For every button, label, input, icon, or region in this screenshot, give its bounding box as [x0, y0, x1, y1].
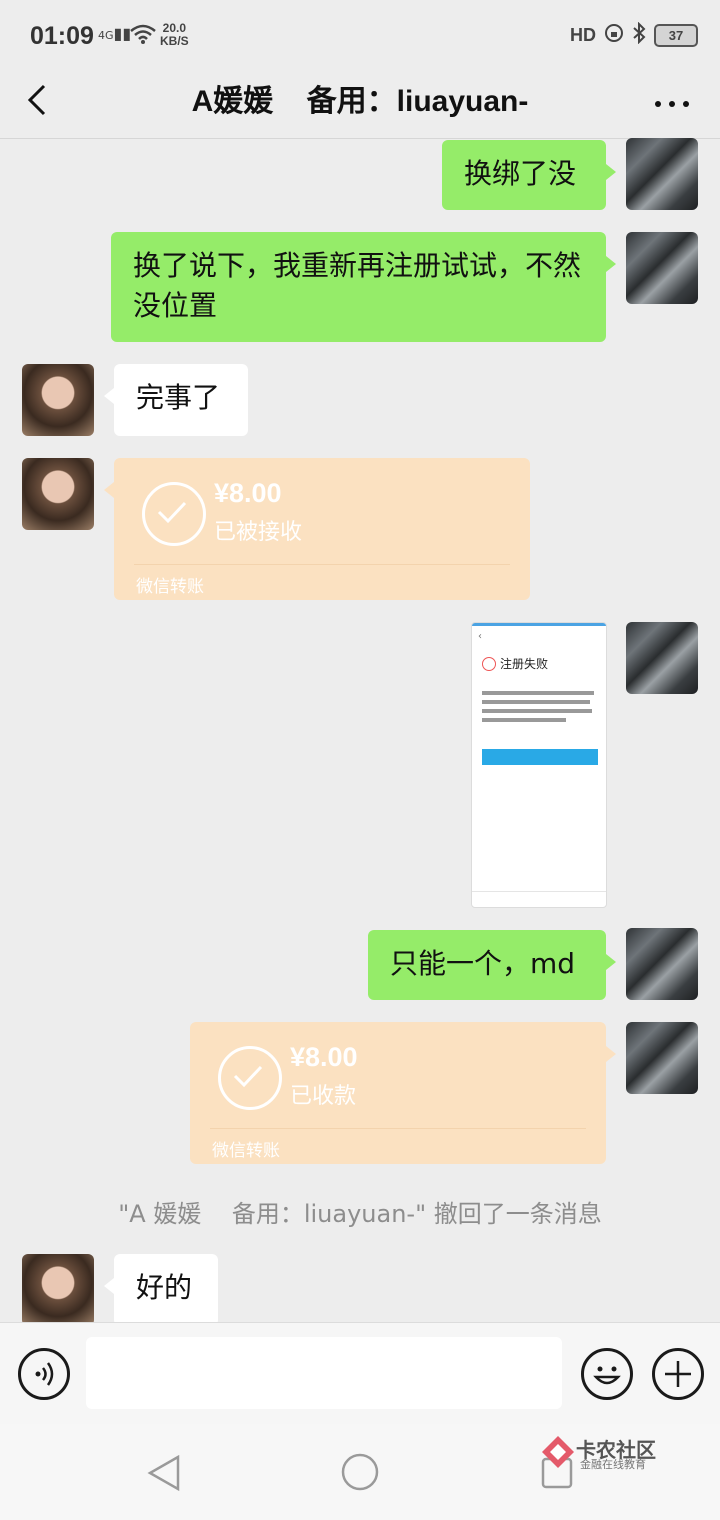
message-bubble-received[interactable]: 完事了 [104, 364, 248, 436]
nav-home-icon[interactable] [340, 1452, 380, 1496]
avatar-self[interactable] [626, 928, 698, 1000]
image-title: 注册失败 [500, 657, 549, 671]
nav-back-icon[interactable] [146, 1454, 182, 1496]
transfer-amount: ¥8.00 [214, 478, 282, 508]
transfer-label: 微信转账 [136, 577, 204, 597]
avatar-contact[interactable] [22, 458, 94, 530]
network-speed: 20.0 KB/S [160, 21, 189, 48]
check-circle-icon [142, 482, 206, 546]
watermark-subtitle: 金融在线教育 [580, 1458, 646, 1471]
more-options-icon[interactable] [654, 82, 690, 117]
image-text-line [482, 709, 592, 713]
avatar-self[interactable] [626, 1022, 698, 1094]
image-topbar [472, 623, 606, 626]
hd-icon: HD [570, 25, 596, 45]
watermark-logo-icon [542, 1436, 574, 1468]
add-icon[interactable] [652, 1348, 704, 1400]
voice-icon[interactable] [18, 1348, 70, 1400]
image-back-icon: ‹ [478, 631, 482, 642]
message-bubble-sent[interactable]: 只能一个，md [368, 930, 616, 1000]
wifi-icon [130, 24, 156, 48]
transfer-amount: ¥8.00 [290, 1042, 358, 1072]
image-text-line [482, 700, 590, 704]
avatar-contact[interactable] [22, 1254, 94, 1326]
image-navbar [472, 891, 606, 892]
bluetooth-icon [632, 21, 646, 49]
avatar-self[interactable] [626, 138, 698, 210]
input-bar [0, 1322, 720, 1425]
message-input[interactable] [86, 1337, 562, 1409]
check-circle-icon [218, 1046, 282, 1110]
avatar-contact[interactable] [22, 364, 94, 436]
error-icon [482, 657, 496, 671]
avatar-self[interactable] [626, 232, 698, 304]
image-text-line [482, 718, 566, 722]
transfer-status: 已收款 [290, 1084, 357, 1109]
image-message[interactable]: ‹ 注册失败 [471, 622, 607, 908]
chat-title: A媛媛 备用：liuayuan- [191, 85, 529, 118]
network-type: 4G▮▮ [98, 24, 132, 43]
message-bubble-sent[interactable]: 换绑了没 [442, 140, 616, 210]
transfer-card-received[interactable]: ¥8.00 已被接收 微信转账 [104, 458, 530, 600]
recall-notice: "A 媛媛 备用：liuayuan-" 撤回了一条消息 [118, 1200, 602, 1228]
battery-indicator: 37 [654, 24, 698, 47]
message-bubble-received[interactable]: 好的 [104, 1254, 218, 1326]
emoji-icon[interactable] [581, 1348, 633, 1400]
status-bar: 01:09 4G▮▮ 20.0 KB/S HD 37 [0, 0, 720, 62]
message-bubble-sent[interactable]: 换了说下，我重新再注册试试，不然没位置 [111, 232, 616, 342]
transfer-status: 已被接收 [214, 520, 303, 545]
divider [134, 564, 510, 565]
image-button [482, 749, 598, 765]
chat-header: A媛媛 备用：liuayuan- [0, 62, 720, 139]
divider [210, 1128, 586, 1129]
image-text-line [482, 691, 594, 695]
transfer-card-sent[interactable]: ¥8.00 已收款 微信转账 [190, 1022, 616, 1164]
transfer-label: 微信转账 [212, 1141, 280, 1161]
lock-rotation-icon [604, 23, 624, 48]
status-time: 01:09 [30, 22, 94, 50]
avatar-self[interactable] [626, 622, 698, 694]
